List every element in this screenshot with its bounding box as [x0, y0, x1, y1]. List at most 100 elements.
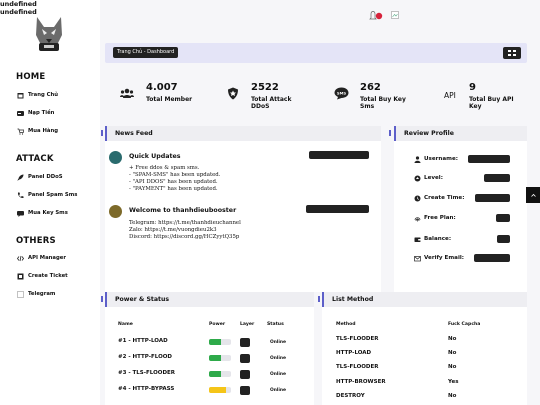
layer-badge [240, 338, 250, 347]
profile-label: Username: [424, 156, 459, 162]
method-row-name: TLS-FLOODER [336, 336, 379, 342]
stat-label: Total Member [146, 96, 193, 103]
stat-label: Total Buy Key Sms [360, 96, 406, 110]
section-attack: ATTACK [16, 154, 54, 164]
mail-icon [413, 254, 421, 262]
sidebar-item-mua-key-sms[interactable]: Mua Key Sms [17, 208, 68, 218]
profile-row-level: Level: [413, 173, 443, 183]
post-line: - "API DDOS" has been updated. [129, 179, 218, 185]
sidebar: undefined undefined HOME Trang Chủ Nạp T… [0, 0, 100, 405]
col-header-fuck-capcha: Fuck Capcha [448, 322, 481, 327]
col-header-layer: Layer [240, 322, 255, 327]
sidebar-item-label: Panel DDoS [28, 174, 63, 180]
brand-text: undefined undefined [0, 0, 37, 16]
stat-value: 4.007 [146, 82, 178, 93]
power-bar-fill [209, 387, 226, 393]
sidebar-item-mua-hang[interactable]: Mua Hàng [17, 126, 58, 136]
power-bar [209, 371, 231, 377]
sidebar-item-nap-tien[interactable]: Nạp Tiền [17, 108, 54, 118]
layer-badge [240, 354, 250, 363]
telegram-icon [17, 290, 24, 298]
sidebar-item-create-ticket[interactable]: Create Ticket [17, 271, 68, 281]
profile-label: Balance: [424, 236, 452, 242]
ticket-icon [17, 273, 24, 280]
users-icon [120, 88, 134, 98]
power-row-name: #1 - HTTP-LOAD [118, 338, 168, 344]
profile-value-free-plan [496, 214, 510, 222]
post-title: Quick Updates [129, 153, 181, 160]
power-row-name: #3 - TLS-FLOODER [118, 370, 176, 376]
method-row-captcha: Yes [448, 379, 459, 385]
post-line: Discord: https://discord.gg/HCZyytQ35p [129, 234, 240, 240]
sidebar-item-panel-spam-sms[interactable]: Panel Spam Sms [17, 190, 77, 200]
post-avatar [109, 205, 122, 218]
sidebar-item-trang-chu[interactable]: Trang Chủ [17, 90, 58, 100]
stat-label-line-1: Total Buy Key [360, 96, 406, 103]
sidebar-item-label: Mua Hàng [28, 128, 59, 134]
sidebar-item-panel-ddos[interactable]: Panel DDoS [17, 172, 63, 182]
post-line: Telegram: https://t.me/thanhdieuchannel [129, 220, 241, 226]
power-row-name: #2 - HTTP-FLOOD [118, 354, 172, 360]
bell-icon[interactable] [369, 11, 385, 25]
profile-row-balance: Balance: [413, 234, 451, 244]
power-bar-fill [209, 339, 222, 345]
review-profile-card: Review Profile [394, 126, 527, 292]
col-header-method: Method [336, 322, 356, 327]
method-row-name: TLS-FLOODER [336, 364, 379, 370]
stat-label-line-1: Total Attack [251, 96, 292, 103]
col-header-status: Status [267, 322, 284, 327]
post-line: + Free ddos & spam sms. [129, 165, 200, 171]
stat-value: 262 [360, 82, 381, 93]
fingerprint-icon [413, 214, 421, 222]
stat-label-line-1: Total Buy API [469, 96, 514, 103]
stat-label-line-2: Key [469, 103, 482, 110]
phone-icon [17, 192, 24, 199]
breadcrumb: Trang Chủ - Dashboard [105, 43, 527, 63]
post-date-badge [309, 151, 369, 159]
power-bar [209, 339, 231, 345]
sidebar-item-telegram[interactable]: Telegram [17, 289, 55, 299]
post-date-badge [306, 205, 369, 213]
profile-value-balance [497, 235, 510, 243]
wallet-icon [413, 235, 421, 243]
list-method-title: List Method [322, 292, 527, 307]
section-marker [389, 130, 391, 136]
breadcrumb-label[interactable]: Trang Chủ - Dashboard [113, 47, 179, 58]
grid-menu-button[interactable] [503, 47, 521, 59]
avatar-image-icon[interactable] [391, 11, 399, 19]
profile-row-free-plan: Free Plan: [413, 213, 456, 223]
profile-row-create-time: Create Time: [413, 193, 464, 203]
wolf-logo-icon[interactable] [32, 15, 66, 53]
stat-label-line-2: DDoS [251, 103, 270, 110]
svg-text:SMS: SMS [337, 90, 347, 95]
stat-total-attack: 2522 Total Attack DDoS [225, 78, 320, 112]
power-bar-fill [209, 355, 222, 361]
profile-value-create-time [475, 194, 510, 202]
method-row-name: DESTROY [336, 393, 365, 399]
section-others: OTHERS [16, 236, 56, 246]
post-line: Zalo: https://t.me/vuongdieu2k3 [129, 227, 217, 233]
method-row-captcha: No [448, 336, 457, 342]
sidebar-item-label: Panel Spam Sms [28, 192, 78, 198]
stat-value: 9 [469, 82, 476, 93]
scroll-top-button[interactable] [526, 187, 540, 203]
stat-label-line-2: Sms [360, 103, 375, 110]
cart-icon [17, 128, 24, 135]
layer-badge [240, 370, 250, 379]
sidebar-item-label: Mua Key Sms [28, 210, 68, 216]
method-row-captcha: No [448, 393, 457, 399]
sidebar-item-label: API Manager [28, 255, 66, 261]
power-row-name: #4 - HTTP-BYPASS [118, 386, 175, 392]
news-feed-title: News Feed [105, 126, 381, 141]
sidebar-item-api-manager[interactable]: API Manager [17, 253, 66, 263]
level-icon [413, 174, 421, 182]
method-row-captcha: No [448, 364, 457, 370]
profile-row-username: Username: [413, 154, 458, 164]
profile-value-level [484, 174, 510, 182]
post-line: - "SPAM-SMS" has been updated. [129, 172, 221, 178]
code-icon [17, 255, 24, 262]
sidebar-item-label: Trang Chủ [28, 92, 59, 98]
method-row-captcha: No [448, 350, 457, 356]
power-status-title: Power & Status [105, 292, 314, 307]
col-header-power: Power [209, 322, 226, 327]
